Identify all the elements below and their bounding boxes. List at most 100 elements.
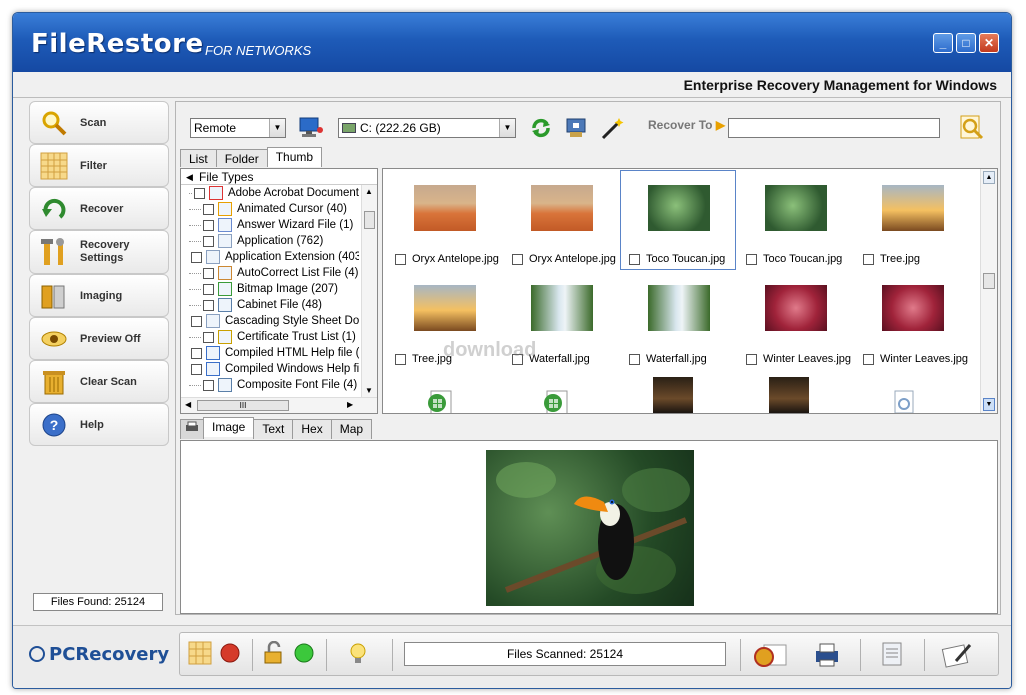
report-icon[interactable] [880, 641, 906, 667]
tree-item[interactable]: Certificate Trust List (1) [181, 329, 359, 345]
tree-item[interactable]: Composite Font File (4) [181, 377, 359, 393]
preview-printer-icon[interactable] [180, 419, 204, 439]
thumbnail-cell[interactable]: Tree.jpg [855, 171, 969, 269]
collapse-arrow-icon[interactable]: ◀ [186, 169, 193, 185]
tree-item[interactable]: Application Extension (403 [181, 249, 359, 265]
tree-item[interactable]: Bitmap Image (207) [181, 281, 359, 297]
thumbnail-cell[interactable]: Toco Toucan.jpg [738, 171, 852, 269]
thumbnail-cell[interactable]: Oryx Antelope.jpg [504, 171, 618, 269]
thumbnail-checkbox[interactable] [746, 253, 757, 265]
thumbnail-cell[interactable]: Waterfall.jpg [621, 271, 735, 369]
tree-item-checkbox[interactable] [191, 315, 202, 327]
tree-item-checkbox[interactable] [203, 203, 214, 215]
scroll-up-icon[interactable]: ▲ [983, 171, 995, 184]
scroll-down-icon[interactable]: ▼ [983, 398, 995, 411]
thumbnail-image[interactable] [648, 185, 710, 231]
printer-icon[interactable] [812, 641, 842, 667]
tab-text[interactable]: Text [253, 419, 294, 439]
thumbnail-checkbox[interactable] [512, 253, 523, 265]
thumbnail-checkbox[interactable] [395, 353, 406, 365]
tree-item-checkbox[interactable] [203, 235, 214, 247]
help-button[interactable]: ? Help [29, 403, 169, 446]
tree-item[interactable]: AutoCorrect List File (4) [181, 265, 359, 281]
tree-item-checkbox[interactable] [203, 267, 214, 279]
recover-to-input[interactable] [728, 118, 940, 138]
go-light-icon[interactable] [292, 641, 318, 667]
edit-notes-icon[interactable] [940, 641, 974, 668]
recover-files-icon[interactable] [750, 641, 790, 667]
filter-button[interactable]: Filter [29, 144, 169, 187]
tree-item-checkbox[interactable] [203, 283, 214, 295]
tab-thumb[interactable]: Thumb [266, 147, 323, 167]
tree-item[interactable]: Cabinet File (48) [181, 297, 359, 313]
save-to-computer-icon[interactable] [564, 116, 588, 143]
close-button[interactable]: ✕ [979, 33, 999, 53]
scan-button[interactable]: Scan [29, 101, 169, 144]
tree-item-checkbox[interactable] [203, 219, 214, 231]
thumbnail-cell[interactable]: Oryx Antelope.jpg [387, 171, 501, 269]
thumbnail-image[interactable] [765, 285, 827, 331]
tree-item[interactable]: Animated Cursor (40) [181, 201, 359, 217]
grid-icon[interactable] [188, 641, 214, 667]
minimize-button[interactable]: _ [933, 33, 953, 53]
tree-hscrollbar[interactable]: ◀ III ▶ [181, 397, 377, 413]
tree-item[interactable]: Application (762) [181, 233, 359, 249]
preview-off-button[interactable]: Preview Off [29, 317, 169, 360]
maximize-button[interactable]: □ [956, 33, 976, 53]
thumbnail-image[interactable] [882, 185, 944, 231]
imaging-button[interactable]: Imaging [29, 274, 169, 317]
thumbnail-checkbox[interactable] [629, 353, 640, 365]
thumbnail-cell[interactable]: Toco Toucan.jpg [620, 170, 736, 270]
tree-item[interactable]: Compiled Windows Help fi [181, 361, 359, 377]
tab-list[interactable]: List [180, 149, 217, 167]
scroll-down-icon[interactable]: ▼ [365, 386, 373, 395]
thumbnail-checkbox[interactable] [395, 253, 406, 265]
drive-select[interactable]: C: (222.26 GB) ▼ [338, 118, 516, 138]
clear-scan-button[interactable]: Clear Scan [29, 360, 169, 403]
thumbnail-image[interactable] [414, 185, 476, 231]
tree-item[interactable]: Adobe Acrobat Document [181, 185, 359, 201]
thumbnail-checkbox[interactable] [629, 253, 640, 265]
tree-item[interactable]: Cascading Style Sheet Do [181, 313, 359, 329]
browse-folder-icon[interactable] [958, 114, 986, 143]
thumbnail-image[interactable] [648, 285, 710, 331]
tree-item-checkbox[interactable] [203, 379, 214, 391]
thumbnail-image[interactable] [531, 285, 593, 331]
tree-item-checkbox[interactable] [191, 347, 202, 359]
thumbnail-checkbox[interactable] [863, 253, 874, 265]
thumb-vscroll-thumb[interactable] [983, 273, 995, 289]
tree-item-checkbox[interactable] [193, 187, 205, 199]
thumbnail-checkbox[interactable] [746, 353, 757, 365]
tree-item-checkbox[interactable] [203, 299, 214, 311]
thumbnail-image[interactable] [414, 285, 476, 331]
tree-item-checkbox[interactable] [191, 363, 202, 375]
refresh-icon[interactable] [530, 117, 552, 142]
tree-item-checkbox[interactable] [191, 251, 202, 263]
thumbnail-image[interactable] [882, 285, 944, 331]
scroll-up-icon[interactable]: ▲ [365, 187, 373, 196]
scroll-left-icon[interactable]: ◀ [185, 400, 191, 409]
tree-hscroll-thumb[interactable]: III [197, 400, 289, 411]
tree-item-checkbox[interactable] [203, 331, 214, 343]
tree-vscroll-thumb[interactable] [364, 211, 375, 229]
tree-item[interactable]: Compiled HTML Help file ( [181, 345, 359, 361]
tab-image[interactable]: Image [203, 417, 255, 437]
source-select[interactable]: Remote ▼ [190, 118, 286, 138]
thumbnail-image[interactable] [531, 185, 593, 231]
magic-wand-icon[interactable] [600, 116, 626, 143]
tab-hex[interactable]: Hex [292, 419, 332, 439]
lightbulb-icon[interactable] [346, 641, 372, 667]
recover-button[interactable]: Recover [29, 187, 169, 230]
thumbnail-image[interactable] [765, 185, 827, 231]
thumbnail-checkbox[interactable] [863, 353, 874, 365]
stop-light-icon[interactable] [218, 641, 244, 667]
tree-vscrollbar[interactable]: ▲ ▼ [361, 185, 377, 397]
recovery-settings-button[interactable]: Recovery Settings [29, 230, 169, 274]
scroll-right-icon[interactable]: ▶ [347, 400, 353, 409]
thumb-vscrollbar[interactable]: ▲ ▼ [980, 169, 997, 413]
network-computer-icon[interactable] [296, 116, 324, 140]
thumbnail-cell[interactable]: Winter Leaves.jpg [855, 271, 969, 369]
thumbnail-cell[interactable]: Winter Leaves.jpg [738, 271, 852, 369]
unlock-icon[interactable] [262, 640, 288, 667]
tab-folder[interactable]: Folder [215, 149, 268, 167]
